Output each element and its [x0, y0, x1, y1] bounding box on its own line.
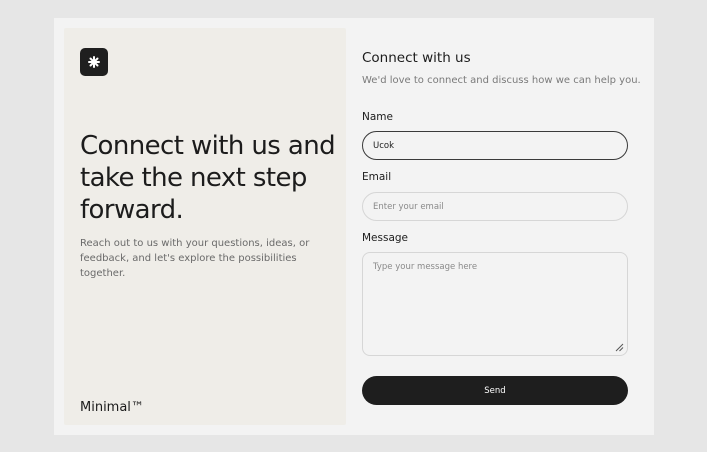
brand-wordmark: Minimal™ — [80, 400, 144, 415]
name-label: Name — [362, 111, 393, 123]
hero-headline: Connect with us and take the next step f… — [80, 131, 336, 225]
logo-badge — [80, 48, 108, 76]
form-subtitle: We'd love to connect and discuss how we … — [362, 75, 641, 86]
hero-description: Reach out to us with your questions, ide… — [80, 238, 310, 279]
hero-panel: Connect with us and take the next step f… — [64, 28, 346, 425]
contact-card: Connect with us and take the next step f… — [54, 18, 654, 435]
send-button[interactable]: Send — [362, 376, 628, 405]
email-label: Email — [362, 171, 392, 183]
contact-form: Connect with us We'd love to connect and… — [362, 18, 642, 435]
name-input[interactable] — [362, 131, 628, 160]
message-label: Message — [362, 232, 409, 244]
asterisk-icon — [88, 56, 100, 68]
resize-handle-icon[interactable] — [614, 342, 624, 352]
message-textarea[interactable] — [362, 252, 628, 356]
form-title: Connect with us — [362, 50, 471, 66]
email-input[interactable] — [362, 192, 628, 221]
